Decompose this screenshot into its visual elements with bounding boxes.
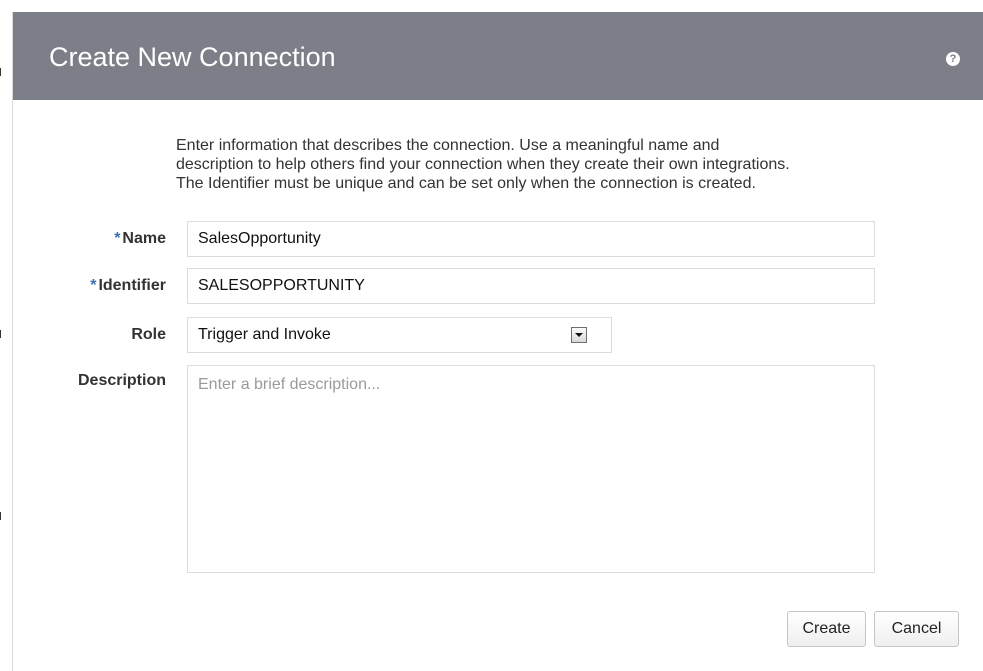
identifier-label-text: Identifier <box>98 277 166 294</box>
identifier-label: * Identifier <box>90 277 166 295</box>
required-marker: * <box>114 230 121 247</box>
intro-line: The Identifier must be unique and can be… <box>176 175 756 192</box>
description-label: Description <box>77 372 166 389</box>
cancel-button[interactable]: Cancel <box>874 611 959 647</box>
help-icon[interactable]: ? <box>946 52 960 66</box>
name-label-text: Name <box>122 230 166 247</box>
create-connection-dialog: Create New Connection ? Enter informatio… <box>12 12 983 671</box>
page-edge-mark <box>0 512 4 520</box>
name-input[interactable]: SalesOpportunity <box>187 221 875 257</box>
dialog-header: Create New Connection ? <box>13 12 983 100</box>
role-label: Role <box>131 326 166 343</box>
page-edge-mark <box>0 330 4 338</box>
chevron-down-icon[interactable] <box>571 327 587 343</box>
intro-text: Enter information that describes the con… <box>176 136 966 193</box>
create-button[interactable]: Create <box>787 611 866 647</box>
dialog-title: Create New Connection <box>49 42 336 72</box>
name-label: * Name <box>114 230 166 248</box>
description-textarea[interactable]: Enter a brief description... <box>187 365 875 573</box>
role-select[interactable]: Trigger and Invoke <box>187 317 612 353</box>
page-edge-mark <box>0 68 4 76</box>
intro-line: description to help others find your con… <box>176 156 790 173</box>
screen: Create New Connection ? Enter informatio… <box>0 0 983 671</box>
top-strip <box>0 0 983 12</box>
intro-line: Enter information that describes the con… <box>176 137 720 154</box>
role-selected-value: Trigger and Invoke <box>198 326 331 343</box>
identifier-input[interactable]: SALESOPPORTUNITY <box>187 268 875 304</box>
required-marker: * <box>90 277 97 294</box>
